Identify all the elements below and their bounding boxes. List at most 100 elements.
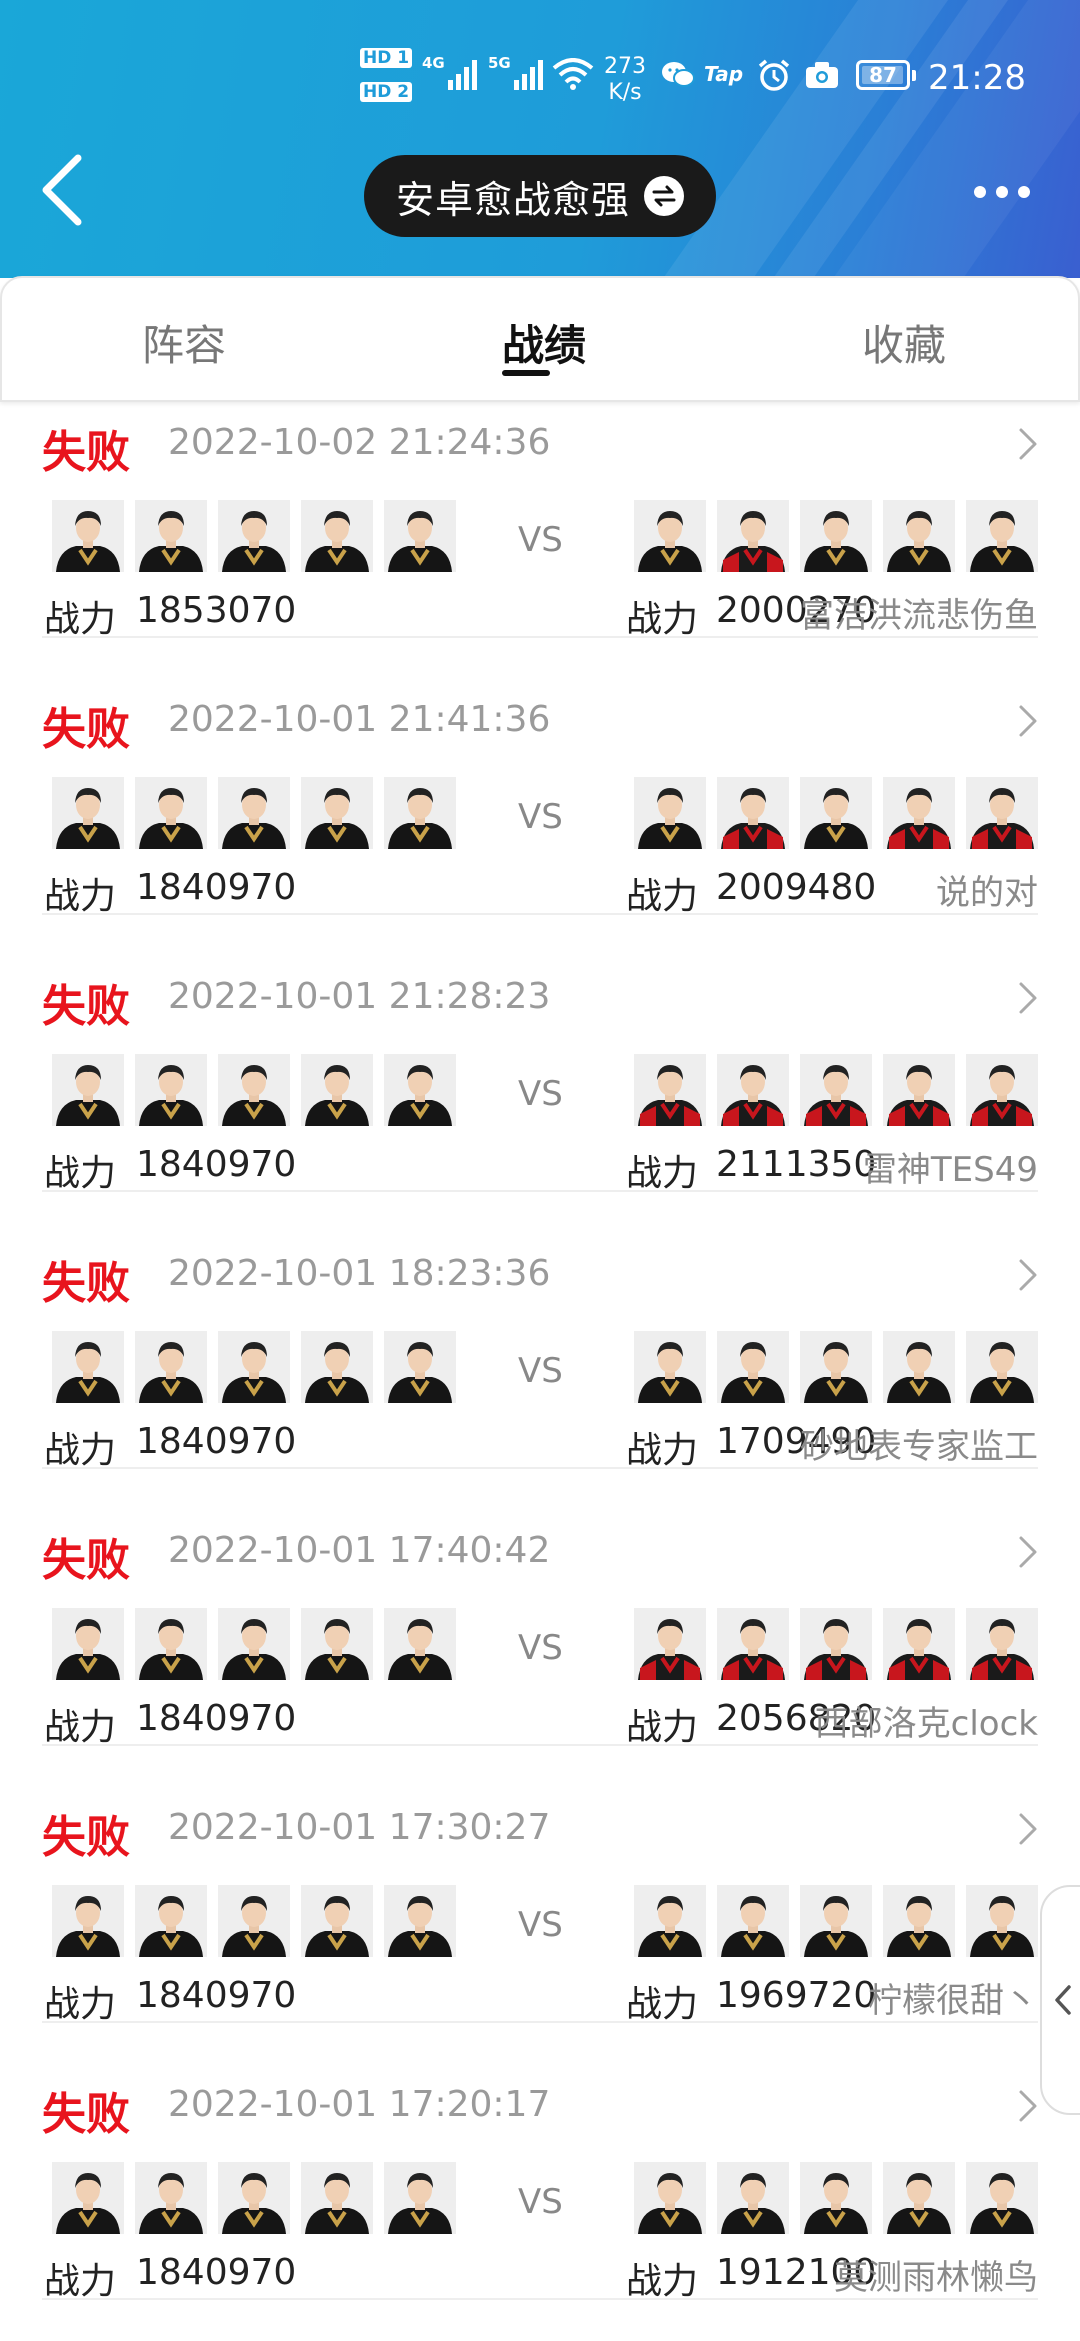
player-avatar (883, 1054, 955, 1126)
back-button[interactable] (36, 150, 96, 230)
my-team-lineup (52, 1331, 467, 1403)
player-avatar (52, 2162, 124, 2234)
player-avatar (883, 1608, 955, 1680)
my-power-value: 1840970 (136, 1975, 297, 2016)
chevron-right-icon[interactable] (1016, 1257, 1040, 1297)
my-power-label: 战力 (44, 1153, 117, 1194)
opponent-team-lineup (634, 2162, 1049, 2234)
divider (42, 913, 1038, 915)
chevron-right-icon[interactable] (1016, 2088, 1040, 2128)
my-power-value: 1853070 (136, 590, 297, 631)
player-avatar (135, 1331, 207, 1403)
my-power-value: 1840970 (136, 2252, 297, 2293)
chevron-right-icon[interactable] (1016, 1811, 1040, 1851)
player-avatar (301, 1608, 373, 1680)
divider (42, 2298, 1038, 2300)
player-avatar (717, 2162, 789, 2234)
my-team-lineup (52, 2162, 467, 2234)
my-power-value: 1840970 (136, 1421, 297, 1462)
hd2-indicator: HD 2 (360, 82, 414, 102)
player-avatar (717, 1608, 789, 1680)
chevron-right-icon[interactable] (1016, 980, 1040, 1020)
more-icon[interactable] (974, 186, 1030, 198)
match-record[interactable]: 失败 2022-10-01 17:40:42 VS 战力 1840970 战力 … (0, 1510, 1080, 1787)
player-avatar (634, 1608, 706, 1680)
chevron-right-icon[interactable] (1016, 703, 1040, 743)
my-team-lineup (52, 1608, 467, 1680)
player-avatar (135, 777, 207, 849)
player-avatar (966, 1608, 1038, 1680)
opponent-team-lineup (634, 1054, 1049, 1126)
account-switcher[interactable]: 安卓愈战愈强 (364, 155, 716, 237)
account-title: 安卓愈战愈强 (395, 177, 630, 222)
opponent-team-lineup (634, 1885, 1049, 1957)
my-team-lineup (52, 1885, 467, 1957)
match-datetime: 2022-10-01 17:30:27 (168, 1807, 551, 1848)
opponent-power-label: 战力 (626, 1707, 699, 1748)
player-avatar (52, 1331, 124, 1403)
player-avatar (52, 1054, 124, 1126)
side-drawer-handle[interactable] (1040, 1885, 1080, 2115)
my-power-value: 1840970 (136, 867, 297, 908)
my-power-label: 战力 (44, 1984, 117, 2025)
vs-label: VS (518, 1628, 563, 1668)
player-avatar (52, 1885, 124, 1957)
status-bar: HD 1 HD 2 4G 5G 273 K/s Tap 87 21:28 (0, 40, 1080, 120)
tab-lineup[interactable]: 阵容 (84, 312, 284, 373)
match-result: 失败 (42, 2089, 130, 2140)
match-record[interactable]: 失败 2022-10-01 21:28:23 VS 战力 1840970 战力 … (0, 956, 1080, 1233)
player-avatar (634, 500, 706, 572)
match-record[interactable]: 失败 2022-10-01 21:41:36 VS 战力 1840970 战力 … (0, 679, 1080, 956)
my-team-lineup (52, 1054, 467, 1126)
player-avatar (384, 1054, 456, 1126)
player-avatar (883, 1331, 955, 1403)
opponent-name: 雷神TES49 (862, 1150, 1038, 1190)
network-speed: 273 K/s (604, 54, 646, 105)
player-avatar (717, 500, 789, 572)
battery-indicator: 87 (856, 60, 916, 90)
match-record[interactable]: 失败 2022-10-01 17:30:27 VS 战力 1840970 战力 … (0, 1787, 1080, 2064)
player-avatar (634, 1054, 706, 1126)
clock: 21:28 (928, 58, 1026, 98)
player-avatar (883, 777, 955, 849)
opponent-power-label: 战力 (626, 2261, 699, 2302)
my-power-value: 1840970 (136, 1144, 297, 1185)
match-result: 失败 (42, 1258, 130, 1309)
my-team-lineup (52, 500, 467, 572)
player-avatar (135, 500, 207, 572)
opponent-name: 富洁洪流悲伤鱼 (800, 596, 1038, 636)
player-avatar (218, 1608, 290, 1680)
wifi-icon (552, 58, 594, 90)
opponent-power-value: 2009480 (716, 867, 877, 908)
chevron-right-icon[interactable] (1016, 426, 1040, 466)
player-avatar (218, 1885, 290, 1957)
player-avatar (301, 777, 373, 849)
player-avatar (384, 1608, 456, 1680)
player-avatar (218, 2162, 290, 2234)
player-avatar (800, 2162, 872, 2234)
player-avatar (966, 1331, 1038, 1403)
active-tab-indicator (502, 370, 550, 376)
match-record[interactable]: 失败 2022-10-01 18:23:36 VS 战力 1840970 战力 … (0, 1233, 1080, 1510)
player-avatar (301, 1054, 373, 1126)
player-avatar (800, 500, 872, 572)
player-avatar (135, 1885, 207, 1957)
player-avatar (717, 777, 789, 849)
opponent-name: 柠檬很甜丶 (868, 1981, 1038, 2021)
opponent-team-lineup (634, 500, 1049, 572)
player-avatar (634, 1885, 706, 1957)
chevron-left-icon (1055, 1985, 1071, 2015)
my-power-label: 战力 (44, 599, 117, 640)
player-avatar (52, 500, 124, 572)
tab-records[interactable]: 战绩 (444, 312, 644, 373)
match-record[interactable]: 失败 2022-10-02 21:24:36 VS 战力 1853070 战力 … (0, 402, 1080, 679)
chevron-right-icon[interactable] (1016, 1534, 1040, 1574)
match-record[interactable]: 失败 2022-10-01 17:20:17 VS 战力 1840970 战力 … (0, 2064, 1080, 2341)
tab-favorites[interactable]: 收藏 (804, 312, 1004, 373)
signal-5g-icon: 5G (488, 54, 550, 90)
hd1-indicator: HD 1 (360, 48, 414, 68)
match-datetime: 2022-10-01 21:28:23 (168, 976, 551, 1017)
match-result: 失败 (42, 1812, 130, 1863)
player-avatar (218, 777, 290, 849)
player-avatar (135, 2162, 207, 2234)
